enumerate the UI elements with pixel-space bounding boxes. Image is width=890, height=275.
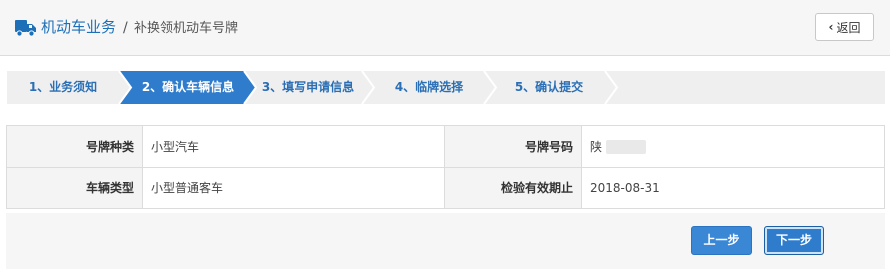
page-title: 机动车业务 xyxy=(41,18,117,36)
back-button-label: 返回 xyxy=(836,20,861,35)
back-button[interactable]: ‹ 返回 xyxy=(815,13,874,41)
plate-number-cell: 陕 xyxy=(581,125,885,168)
plate-type-label: 号牌种类 xyxy=(6,125,143,168)
action-footer: 上一步 下一步 xyxy=(6,213,885,269)
inspection-expiry-label: 检验有效期止 xyxy=(444,166,582,209)
table-row: 车辆类型 小型普通客车 检验有效期止 2018-08-31 xyxy=(6,166,885,209)
prev-step-button[interactable]: 上一步 xyxy=(691,226,752,255)
step-divider-3 xyxy=(361,71,376,104)
vehicle-type-label: 车辆类型 xyxy=(6,166,143,209)
breadcrumb-separator: / xyxy=(123,20,128,36)
table-row: 号牌种类 小型汽车 号牌号码 陕 xyxy=(6,125,885,168)
top-header-bar: 机动车业务 / 补换领机动车号牌 ‹ 返回 xyxy=(0,0,890,56)
vehicle-type-value: 小型普通客车 xyxy=(142,166,445,209)
plate-number-value: 陕 xyxy=(590,139,603,154)
step-5[interactable]: 5、确认提交 xyxy=(507,71,591,104)
redacted-plate-mask xyxy=(606,140,647,155)
step-4[interactable]: 4、临牌选择 xyxy=(387,71,471,104)
step-2-active[interactable]: 2、确认车辆信息 xyxy=(133,71,243,104)
step-3[interactable]: 3、填写申请信息 xyxy=(258,71,358,104)
vehicle-info-table: 号牌种类 小型汽车 号牌号码 陕 车辆类型 小型普通客车 检验有效期止 2018… xyxy=(6,125,885,209)
plate-type-value: 小型汽车 xyxy=(142,125,445,168)
plate-number-label: 号牌号码 xyxy=(444,125,582,168)
step-1[interactable]: 1、业务须知 xyxy=(21,71,105,104)
next-step-button[interactable]: 下一步 xyxy=(764,226,824,255)
breadcrumb-current: 补换领机动车号牌 xyxy=(134,21,239,36)
truck-icon xyxy=(15,20,36,37)
chevron-left-icon: ‹ xyxy=(828,20,834,34)
inspection-expiry-value: 2018-08-31 xyxy=(581,166,885,209)
step-divider-4 xyxy=(483,71,498,104)
step-progress-bar: 1、业务须知 2、确认车辆信息 3、填写申请信息 4、临牌选择 5、确认提交 xyxy=(7,71,885,104)
step-divider-5 xyxy=(604,71,619,104)
